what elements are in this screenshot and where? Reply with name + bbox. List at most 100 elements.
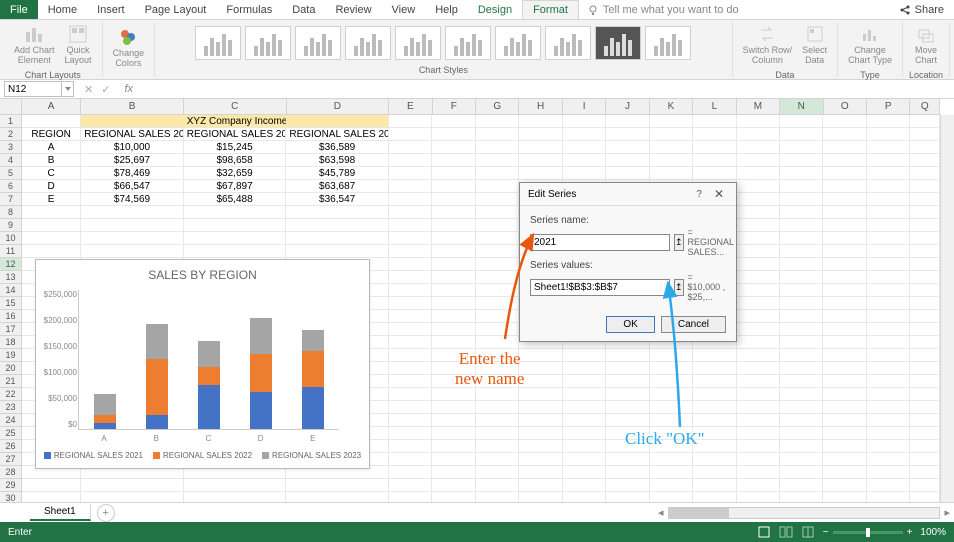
cell-M2[interactable]	[737, 128, 780, 141]
cell-L23[interactable]	[693, 401, 736, 414]
cell-C4[interactable]: $98,658	[184, 154, 287, 167]
cell-L20[interactable]	[693, 362, 736, 375]
cell-N28[interactable]	[780, 466, 823, 479]
cell-K20[interactable]	[650, 362, 693, 375]
cell-G24[interactable]	[476, 414, 519, 427]
cell-E6[interactable]	[389, 180, 432, 193]
col-header-B[interactable]: B	[81, 99, 184, 115]
cell-A9[interactable]	[22, 219, 81, 232]
cell-A7[interactable]: E	[22, 193, 81, 206]
cell-F19[interactable]	[432, 349, 475, 362]
cell-C9[interactable]	[184, 219, 287, 232]
cell-N15[interactable]	[780, 297, 823, 310]
cell-M6[interactable]	[737, 180, 780, 193]
cell-N24[interactable]	[780, 414, 823, 427]
cell-M18[interactable]	[737, 336, 780, 349]
cell-G18[interactable]	[476, 336, 519, 349]
add-sheet-button[interactable]: +	[97, 504, 115, 522]
cell-N26[interactable]	[780, 440, 823, 453]
cell-J23[interactable]	[606, 401, 649, 414]
cell-O12[interactable]	[823, 258, 866, 271]
cell-H4[interactable]	[519, 154, 562, 167]
row-header-10[interactable]: 10	[0, 232, 22, 245]
cell-F15[interactable]	[432, 297, 475, 310]
cell-F4[interactable]	[432, 154, 475, 167]
zoom-percent[interactable]: 100%	[920, 527, 946, 538]
cell-I3[interactable]	[563, 141, 606, 154]
cell-E4[interactable]	[389, 154, 432, 167]
row-header-25[interactable]: 25	[0, 427, 22, 440]
cell-F20[interactable]	[432, 362, 475, 375]
cell-Q8[interactable]	[910, 206, 940, 219]
col-header-F[interactable]: F	[433, 99, 476, 115]
col-header-N[interactable]: N	[780, 99, 823, 115]
cell-A1[interactable]	[22, 115, 81, 128]
cell-M10[interactable]	[737, 232, 780, 245]
cell-N25[interactable]	[780, 427, 823, 440]
cell-Q6[interactable]	[910, 180, 940, 193]
cell-G30[interactable]	[476, 492, 519, 502]
cell-O8[interactable]	[823, 206, 866, 219]
cell-J29[interactable]	[606, 479, 649, 492]
cell-K3[interactable]	[650, 141, 693, 154]
zoom-in-icon[interactable]: +	[907, 527, 913, 538]
cell-P18[interactable]	[867, 336, 910, 349]
cell-I1[interactable]	[563, 115, 606, 128]
cell-D5[interactable]: $45,789	[286, 167, 389, 180]
cell-M24[interactable]	[737, 414, 780, 427]
cell-F14[interactable]	[432, 284, 475, 297]
cell-F16[interactable]	[432, 310, 475, 323]
cell-L30[interactable]	[693, 492, 736, 502]
cell-E18[interactable]	[389, 336, 432, 349]
cell-Q28[interactable]	[910, 466, 940, 479]
cell-A30[interactable]	[22, 492, 81, 502]
cell-F1[interactable]	[432, 115, 475, 128]
cell-P16[interactable]	[867, 310, 910, 323]
cell-O28[interactable]	[823, 466, 866, 479]
cell-N2[interactable]	[780, 128, 823, 141]
cell-Q17[interactable]	[910, 323, 940, 336]
cell-O11[interactable]	[823, 245, 866, 258]
cell-B2[interactable]: REGIONAL SALES 2021	[81, 128, 184, 141]
cell-G21[interactable]	[476, 375, 519, 388]
cell-Q27[interactable]	[910, 453, 940, 466]
cell-P20[interactable]	[867, 362, 910, 375]
cell-G20[interactable]	[476, 362, 519, 375]
cell-E19[interactable]	[389, 349, 432, 362]
cell-I29[interactable]	[563, 479, 606, 492]
row-header-29[interactable]: 29	[0, 479, 22, 492]
cell-K27[interactable]	[650, 453, 693, 466]
cell-G15[interactable]	[476, 297, 519, 310]
cell-G16[interactable]	[476, 310, 519, 323]
zoom-out-icon[interactable]: −	[823, 527, 829, 538]
cell-M3[interactable]	[737, 141, 780, 154]
sheet-tab-sheet1[interactable]: Sheet1	[30, 504, 91, 521]
cell-Q26[interactable]	[910, 440, 940, 453]
page-break-view-icon[interactable]	[801, 525, 815, 539]
cell-N7[interactable]	[780, 193, 823, 206]
cell-M14[interactable]	[737, 284, 780, 297]
cell-Q11[interactable]	[910, 245, 940, 258]
tab-insert[interactable]: Insert	[87, 0, 135, 19]
cell-P9[interactable]	[867, 219, 910, 232]
cell-B8[interactable]	[81, 206, 184, 219]
cell-Q19[interactable]	[910, 349, 940, 362]
cell-G9[interactable]	[476, 219, 519, 232]
scroll-left-icon[interactable]: ◂	[654, 506, 668, 519]
tab-page-layout[interactable]: Page Layout	[135, 0, 217, 19]
cell-O5[interactable]	[823, 167, 866, 180]
scroll-right-icon[interactable]: ▸	[940, 506, 954, 519]
cell-L25[interactable]	[693, 427, 736, 440]
cell-D30[interactable]	[286, 492, 389, 502]
cell-M5[interactable]	[737, 167, 780, 180]
cell-E15[interactable]	[389, 297, 432, 310]
col-header-C[interactable]: C	[184, 99, 287, 115]
cell-Q4[interactable]	[910, 154, 940, 167]
cell-N29[interactable]	[780, 479, 823, 492]
cell-K23[interactable]	[650, 401, 693, 414]
cell-G1[interactable]	[476, 115, 519, 128]
cell-E12[interactable]	[389, 258, 432, 271]
cell-F11[interactable]	[432, 245, 475, 258]
cell-I19[interactable]	[563, 349, 606, 362]
cell-P27[interactable]	[867, 453, 910, 466]
